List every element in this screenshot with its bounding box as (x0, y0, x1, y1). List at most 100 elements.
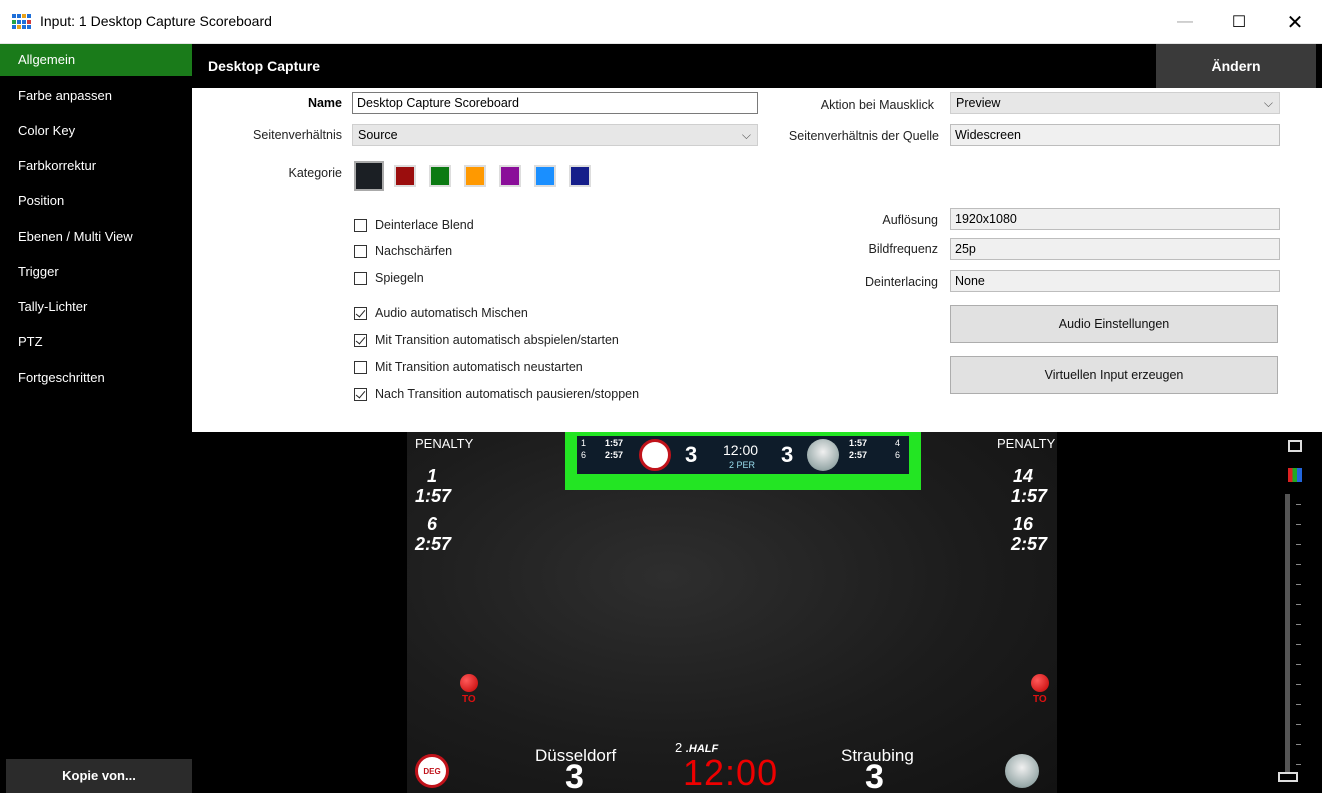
category-swatch-orange[interactable] (464, 165, 486, 187)
slider-tick (1296, 764, 1301, 765)
mini-home-penalty-num-2: 6 (581, 450, 587, 460)
mini-scoreboard-panel: 1:57 2:57 1 6 3 12:00 2 PER 3 1:57 2:57 … (577, 436, 909, 474)
create-virtual-input-button[interactable]: Virtuellen Input erzeugen (950, 356, 1278, 394)
sidebar-item-trigger[interactable]: Trigger (0, 256, 192, 288)
right-penalty-time-1: 1:57 (1011, 486, 1048, 506)
checkbox-box[interactable] (354, 218, 367, 232)
mini-period: 2 PER (729, 460, 756, 470)
sidebar-item-position[interactable]: Position (0, 185, 192, 217)
sidebar-item-ebenen-multi-view[interactable]: Ebenen / Multi View (0, 221, 192, 253)
audio-settings-button[interactable]: Audio Einstellungen (950, 305, 1278, 343)
right-penalty-num-2: 16 (1013, 514, 1034, 534)
framerate-label: Bildfrequenz (868, 242, 939, 256)
left-penalty-num-1: 1 (427, 466, 438, 486)
title-bar: Input: 1 Desktop Capture Scoreboard — ☐ … (0, 0, 1322, 44)
screen-mode-icon[interactable] (1288, 440, 1302, 452)
deinterlacing-field: None (950, 270, 1280, 292)
category-swatch-blue[interactable] (534, 165, 556, 187)
volume-slider-track[interactable] (1285, 494, 1290, 776)
slider-tick (1296, 524, 1301, 525)
left-penalty-label: PENALTY (415, 436, 474, 451)
checkbox-transition-play[interactable]: Mit Transition automatisch abspielen/sta… (354, 331, 619, 349)
preview-video[interactable]: PENALTY 1 1:57 6 2:57 PENALTY 14 1:57 16… (407, 432, 1057, 793)
aspect-ratio-dropdown[interactable]: Source ⌵ (352, 124, 758, 146)
checkbox-box[interactable] (354, 271, 367, 285)
app-grid-icon (12, 14, 32, 30)
sidebar: Allgemein Farbe anpassen Color Key Farbk… (0, 44, 192, 793)
checkbox-box[interactable] (354, 387, 367, 401)
copy-from-button[interactable]: Kopie von... (6, 759, 192, 793)
deinterlacing-label: Deinterlacing (865, 275, 938, 289)
mini-home-logo-icon (639, 439, 671, 471)
straubing-logo-icon (1005, 754, 1039, 788)
duesseldorf-logo-icon: DEG (415, 754, 449, 788)
home-timeout-indicator (460, 674, 478, 692)
aspect-ratio-label: Seitenverhältnis (253, 128, 342, 142)
left-penalty-num-2: 6 (427, 514, 438, 534)
checkbox-deinterlace-blend[interactable]: Deinterlace Blend (354, 216, 474, 234)
close-button[interactable]: ✕ (1272, 0, 1318, 44)
checkbox-transition-restart[interactable]: Mit Transition automatisch neustarten (354, 358, 583, 376)
right-penalty-num-1: 14 (1013, 466, 1034, 486)
volume-slider-thumb[interactable] (1278, 772, 1298, 782)
mini-away-penalty-num-1: 4 (895, 438, 901, 448)
checkbox-box[interactable] (354, 333, 367, 347)
sidebar-item-farbe-anpassen[interactable]: Farbe anpassen (0, 80, 192, 112)
name-input[interactable]: Desktop Capture Scoreboard (352, 92, 758, 114)
game-clock: 12:00 (683, 752, 779, 793)
slider-tick (1296, 504, 1301, 505)
change-button[interactable]: Ändern (1156, 44, 1316, 88)
name-label: Name (307, 96, 342, 110)
source-aspect-field: Widescreen (950, 124, 1280, 146)
input-type-header: Desktop Capture Ändern (192, 44, 1322, 88)
mini-away-penalty-num-2: 6 (895, 450, 901, 460)
away-score: 3 (865, 758, 884, 793)
away-timeout-label: TO (1033, 694, 1047, 705)
minimize-button[interactable]: — (1162, 0, 1208, 44)
sidebar-item-tally-lichter[interactable]: Tally-Lichter (0, 291, 192, 323)
color-bars-icon[interactable] (1288, 468, 1302, 482)
checkbox-label: Mit Transition automatisch neustarten (375, 360, 583, 374)
mouse-action-value: Preview (956, 96, 1001, 110)
preview-area: PENALTY 1 1:57 6 2:57 PENALTY 14 1:57 16… (192, 432, 1322, 793)
mouse-action-dropdown[interactable]: Preview ⌵ (950, 92, 1280, 114)
mini-away-penalty-2: 2:57 (849, 450, 868, 460)
left-penalty-time-2: 2:57 (415, 534, 452, 554)
checkbox-spiegeln[interactable]: Spiegeln (354, 269, 424, 287)
mini-away-logo-icon (807, 439, 839, 471)
mini-away-score: 3 (781, 442, 794, 467)
checkbox-nachschaerfen[interactable]: Nachschärfen (354, 242, 452, 260)
aspect-ratio-value: Source (358, 128, 398, 142)
away-timeout-indicator (1031, 674, 1049, 692)
sidebar-item-color-key[interactable]: Color Key (0, 115, 192, 147)
slider-tick (1296, 624, 1301, 625)
checkbox-label: Mit Transition automatisch abspielen/sta… (375, 333, 619, 347)
sidebar-item-ptz[interactable]: PTZ (0, 326, 192, 358)
checkbox-box[interactable] (354, 244, 367, 258)
sidebar-item-allgemein[interactable]: Allgemein (0, 44, 192, 76)
mini-home-score: 3 (685, 442, 698, 467)
source-aspect-label: Seitenverhältnis der Quelle (788, 129, 939, 143)
category-swatch-navy[interactable] (569, 165, 591, 187)
checkbox-transition-pause[interactable]: Nach Transition automatisch pausieren/st… (354, 385, 639, 403)
category-swatch-red[interactable] (394, 165, 416, 187)
slider-tick (1296, 604, 1301, 605)
right-penalty-time-2: 2:57 (1011, 534, 1048, 554)
category-swatch-black[interactable] (354, 161, 384, 191)
checkbox-audio-auto-mix[interactable]: Audio automatisch Mischen (354, 304, 528, 322)
mini-clock: 12:00 (723, 442, 759, 458)
right-penalty-label: PENALTY (997, 436, 1056, 451)
general-settings-form: Name Desktop Capture Scoreboard Seitenve… (192, 88, 1322, 432)
slider-tick (1296, 584, 1301, 585)
sidebar-item-fortgeschritten[interactable]: Fortgeschritten (0, 362, 192, 394)
category-swatch-green[interactable] (429, 165, 451, 187)
sidebar-item-farbkorrektur[interactable]: Farbkorrektur (0, 150, 192, 182)
mini-scoreboard: 1:57 2:57 1 6 3 12:00 2 PER 3 1:57 2:57 … (565, 432, 921, 490)
checkbox-label: Nach Transition automatisch pausieren/st… (375, 387, 640, 401)
home-timeout-label: TO (462, 694, 476, 705)
checkbox-box[interactable] (354, 306, 367, 320)
checkbox-box[interactable] (354, 360, 367, 374)
maximize-button[interactable]: ☐ (1216, 0, 1262, 44)
category-swatch-purple[interactable] (499, 165, 521, 187)
slider-tick (1296, 684, 1301, 685)
